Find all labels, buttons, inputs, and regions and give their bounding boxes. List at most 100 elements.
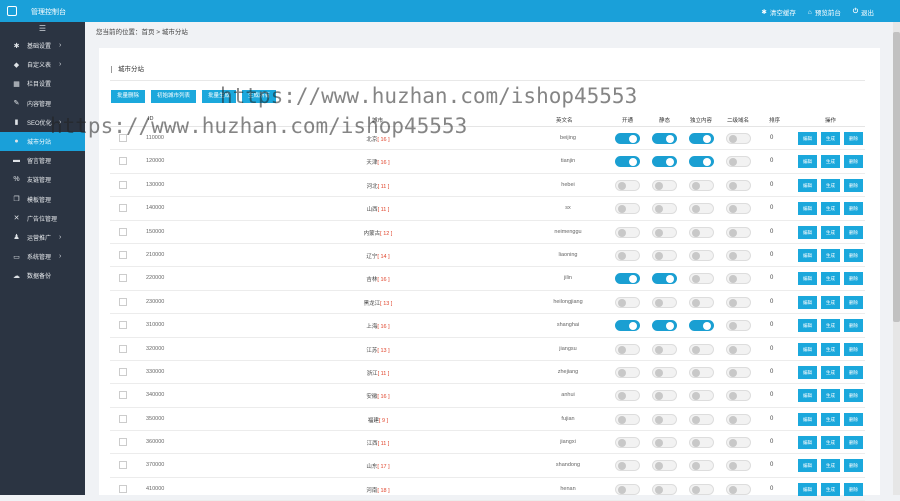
city-name-cell[interactable]: 江苏[ 13 ]: [348, 346, 408, 354]
delete-button[interactable]: 删除: [844, 436, 863, 450]
independent-toggle[interactable]: [689, 343, 714, 355]
generate-button[interactable]: 生成: [821, 389, 840, 403]
row-checkbox[interactable]: [119, 157, 127, 166]
edit-button[interactable]: 编辑: [798, 178, 817, 192]
open-toggle[interactable]: [615, 203, 640, 215]
batch-delete-button[interactable]: 批量删除: [111, 90, 146, 103]
row-checkbox[interactable]: [119, 274, 127, 283]
independent-toggle[interactable]: [689, 483, 714, 495]
sidebar-item[interactable]: ● 城市分站: [0, 131, 85, 152]
subdomain-toggle[interactable]: [726, 460, 751, 472]
edit-button[interactable]: 编辑: [798, 295, 817, 309]
delete-button[interactable]: 删除: [844, 225, 863, 239]
city-name-cell[interactable]: 上海[ 16 ]: [348, 322, 408, 330]
generate-button[interactable]: 生成: [821, 459, 840, 473]
subdomain-toggle[interactable]: [726, 203, 751, 215]
edit-button[interactable]: 编辑: [798, 365, 817, 379]
open-toggle[interactable]: [615, 320, 640, 332]
delete-button[interactable]: 删除: [844, 389, 863, 403]
logo[interactable]: 管理控制台: [0, 0, 85, 22]
row-checkbox[interactable]: [119, 321, 127, 330]
generate-button[interactable]: 生成: [821, 132, 840, 145]
subdomain-toggle[interactable]: [726, 179, 751, 191]
logout-link[interactable]: ⏻ 退出: [853, 7, 874, 17]
clear-cache-link[interactable]: ✱ 清空缓存: [761, 7, 795, 17]
delete-button[interactable]: 删除: [844, 459, 863, 473]
independent-toggle[interactable]: [689, 296, 714, 308]
independent-toggle[interactable]: [689, 156, 714, 168]
row-checkbox[interactable]: [119, 227, 127, 236]
subdomain-toggle[interactable]: [726, 273, 751, 285]
generate-button[interactable]: 生成: [821, 272, 840, 286]
independent-toggle[interactable]: [689, 390, 714, 402]
open-toggle[interactable]: [615, 133, 640, 144]
sidebar-item[interactable]: ☁ 数据备份: [0, 266, 85, 285]
city-name-cell[interactable]: 内蒙古[ 12 ]: [348, 229, 408, 237]
preview-site-link[interactable]: ⌂ 预览前台: [808, 7, 841, 18]
open-toggle[interactable]: [615, 296, 640, 308]
row-checkbox[interactable]: [119, 414, 127, 423]
edit-button[interactable]: 编辑: [798, 342, 817, 356]
row-checkbox[interactable]: [119, 461, 127, 470]
delete-button[interactable]: 删除: [844, 295, 863, 309]
static-toggle[interactable]: [652, 390, 677, 402]
open-toggle[interactable]: [615, 437, 640, 449]
static-toggle[interactable]: [652, 320, 677, 332]
init-city-list-button[interactable]: 初始城市列表: [151, 90, 197, 103]
delete-button[interactable]: 删除: [844, 178, 863, 192]
sidebar-item[interactable]: ♟ 运营推广 ›: [0, 228, 85, 247]
sidebar-item[interactable]: ▦ 栏目设置: [0, 74, 85, 93]
edit-button[interactable]: 编辑: [798, 459, 817, 473]
generate-button[interactable]: 生成: [821, 319, 840, 333]
city-name-cell[interactable]: 福建[ 9 ]: [348, 416, 408, 424]
city-name-cell[interactable]: 江西[ 11 ]: [348, 439, 408, 447]
sidebar-item[interactable]: ❐ 模板管理: [0, 190, 85, 209]
delete-button[interactable]: 删除: [844, 132, 863, 145]
edit-button[interactable]: 编辑: [798, 155, 817, 169]
subdomain-toggle[interactable]: [726, 249, 751, 261]
independent-toggle[interactable]: [689, 249, 714, 261]
row-checkbox[interactable]: [119, 484, 127, 493]
delete-button[interactable]: 删除: [844, 248, 863, 262]
menu-toggle-icon[interactable]: ☰: [0, 22, 85, 36]
edit-button[interactable]: 编辑: [798, 248, 817, 262]
sidebar-item[interactable]: ◆ 自定义表 ›: [0, 55, 85, 74]
city-name-cell[interactable]: 山西[ 11 ]: [348, 205, 408, 213]
static-toggle[interactable]: [652, 413, 677, 425]
generate-button[interactable]: 生成: [821, 436, 840, 450]
generate-button[interactable]: 生成: [821, 225, 840, 239]
generate-all-button[interactable]: 生成所有: [242, 90, 277, 103]
generate-button[interactable]: 生成: [821, 155, 840, 169]
edit-button[interactable]: 编辑: [798, 436, 817, 450]
independent-toggle[interactable]: [689, 413, 714, 425]
open-toggle[interactable]: [615, 226, 640, 238]
row-checkbox[interactable]: [119, 367, 127, 376]
subdomain-toggle[interactable]: [726, 320, 751, 332]
delete-button[interactable]: 删除: [844, 482, 863, 496]
subdomain-toggle[interactable]: [726, 133, 751, 144]
open-toggle[interactable]: [615, 273, 640, 285]
city-name-cell[interactable]: 吉林[ 16 ]: [348, 275, 408, 283]
sidebar-item[interactable]: ✎ 内容管理: [0, 94, 85, 113]
delete-button[interactable]: 删除: [844, 412, 863, 426]
city-name-cell[interactable]: 安徽[ 16 ]: [348, 392, 408, 400]
scrollbar-thumb[interactable]: [893, 32, 900, 322]
city-name-cell[interactable]: 浙江[ 11 ]: [348, 369, 408, 377]
generate-button[interactable]: 生成: [821, 248, 840, 262]
city-name-cell[interactable]: 山东[ 17 ]: [348, 462, 408, 470]
city-name-cell[interactable]: 辽宁[ 14 ]: [348, 252, 408, 260]
row-checkbox[interactable]: [119, 297, 127, 306]
row-checkbox[interactable]: [119, 180, 127, 189]
sidebar-item[interactable]: ▮ SEO优化 ›: [0, 113, 85, 132]
independent-toggle[interactable]: [689, 179, 714, 191]
sidebar-item[interactable]: ✱ 基础设置 ›: [0, 36, 85, 55]
open-toggle[interactable]: [615, 366, 640, 378]
edit-button[interactable]: 编辑: [798, 389, 817, 403]
static-toggle[interactable]: [652, 133, 677, 144]
edit-button[interactable]: 编辑: [798, 482, 817, 496]
city-name-cell[interactable]: 黑龙江[ 13 ]: [348, 299, 408, 307]
open-toggle[interactable]: [615, 483, 640, 495]
row-checkbox[interactable]: [119, 391, 127, 400]
open-toggle[interactable]: [615, 343, 640, 355]
city-name-cell[interactable]: 河南[ 18 ]: [348, 486, 408, 494]
